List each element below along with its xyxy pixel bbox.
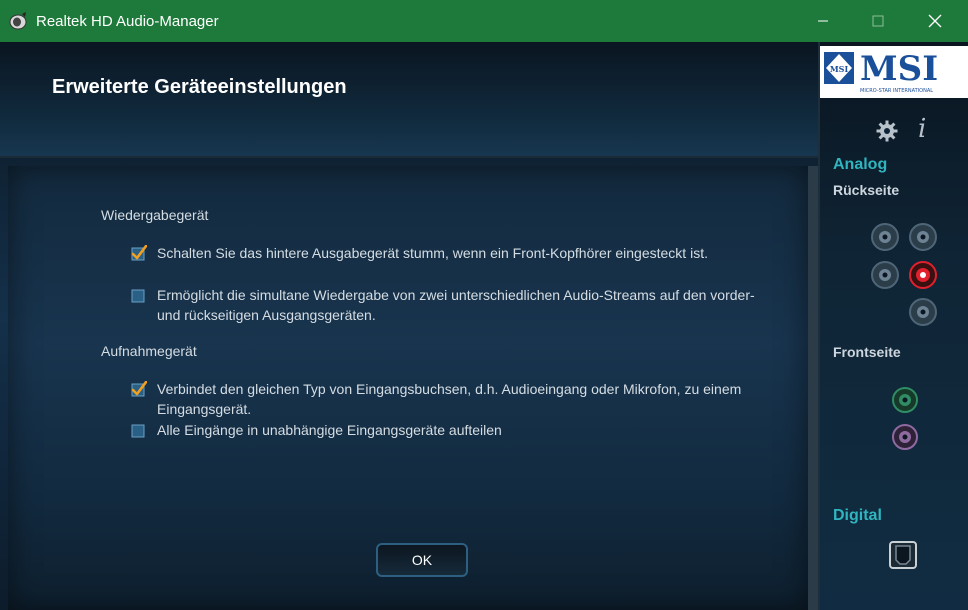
jack-back-1[interactable] bbox=[870, 222, 900, 252]
digital-label: Digital bbox=[833, 507, 882, 524]
msi-logo: MSI MSI MICRO-STAR INTERNATIONAL bbox=[820, 46, 968, 98]
spdif-port-icon[interactable] bbox=[889, 541, 917, 569]
jack-front-pink[interactable] bbox=[890, 422, 920, 452]
jack-front-green[interactable] bbox=[890, 385, 920, 415]
info-icon[interactable]: i bbox=[918, 114, 926, 144]
gear-icon[interactable] bbox=[876, 120, 898, 142]
option-label: Verbindet den gleichen Typ von Eingangsb… bbox=[157, 379, 741, 419]
checkbox-unchecked[interactable] bbox=[131, 422, 147, 438]
page-title: Erweiterte Geräteeinstellungen bbox=[52, 76, 347, 98]
option-label-line: Ermöglicht die simultane Wiedergabe von … bbox=[157, 287, 755, 303]
jack-sidebar: MSI MSI MICRO-STAR INTERNATIONAL i Analo… bbox=[818, 42, 968, 610]
option-label: Schalten Sie das hintere Ausgabegerät st… bbox=[157, 245, 708, 261]
ok-button[interactable]: OK bbox=[376, 543, 468, 577]
close-icon bbox=[928, 14, 942, 28]
close-button[interactable] bbox=[912, 0, 958, 42]
option-label-line: und rückseitigen Ausgangsgeräten. bbox=[157, 307, 376, 323]
msi-logo-text: MSI bbox=[860, 49, 938, 89]
checkbox-checked[interactable] bbox=[131, 381, 147, 397]
window-title: Realtek HD Audio-Manager bbox=[36, 13, 219, 30]
panel-edge bbox=[808, 166, 818, 610]
title-bar: Realtek HD Audio-Manager bbox=[0, 0, 968, 42]
speaker-app-icon bbox=[9, 12, 27, 30]
option-label: Alle Eingänge in unabhängige Eingangsger… bbox=[157, 422, 502, 438]
option-label: Ermöglicht die simultane Wiedergabe von … bbox=[157, 285, 755, 325]
jack-back-4[interactable] bbox=[908, 297, 938, 327]
jack-back-2[interactable] bbox=[908, 222, 938, 252]
minimize-icon bbox=[818, 20, 828, 22]
option-label-line: Verbindet den gleichen Typ von Eingangsb… bbox=[157, 381, 742, 397]
msi-logo-subtext: MICRO-STAR INTERNATIONAL bbox=[860, 88, 933, 94]
checkbox-checked[interactable] bbox=[131, 245, 147, 261]
msi-logo-badge: MSI bbox=[830, 64, 849, 74]
maximize-icon bbox=[872, 15, 884, 27]
playback-section-label: Wiedergabegerät bbox=[101, 207, 209, 223]
checkbox-unchecked[interactable] bbox=[131, 287, 147, 303]
recording-section-label: Aufnahmegerät bbox=[101, 343, 197, 359]
jack-back-active[interactable] bbox=[908, 260, 938, 290]
dialog-header: Erweiterte Geräteeinstellungen bbox=[0, 42, 818, 158]
minimize-button[interactable] bbox=[800, 0, 846, 42]
maximize-button[interactable] bbox=[855, 0, 901, 42]
realtek-window: Realtek HD Audio-Manager Erweiterte Gerä… bbox=[0, 0, 968, 610]
front-panel-label: Frontseite bbox=[833, 344, 901, 360]
jack-back-3[interactable] bbox=[870, 260, 900, 290]
analog-label: Analog bbox=[833, 156, 888, 173]
option-label-line: Eingangsgerät. bbox=[157, 401, 252, 417]
back-panel-label: Rückseite bbox=[833, 182, 900, 198]
